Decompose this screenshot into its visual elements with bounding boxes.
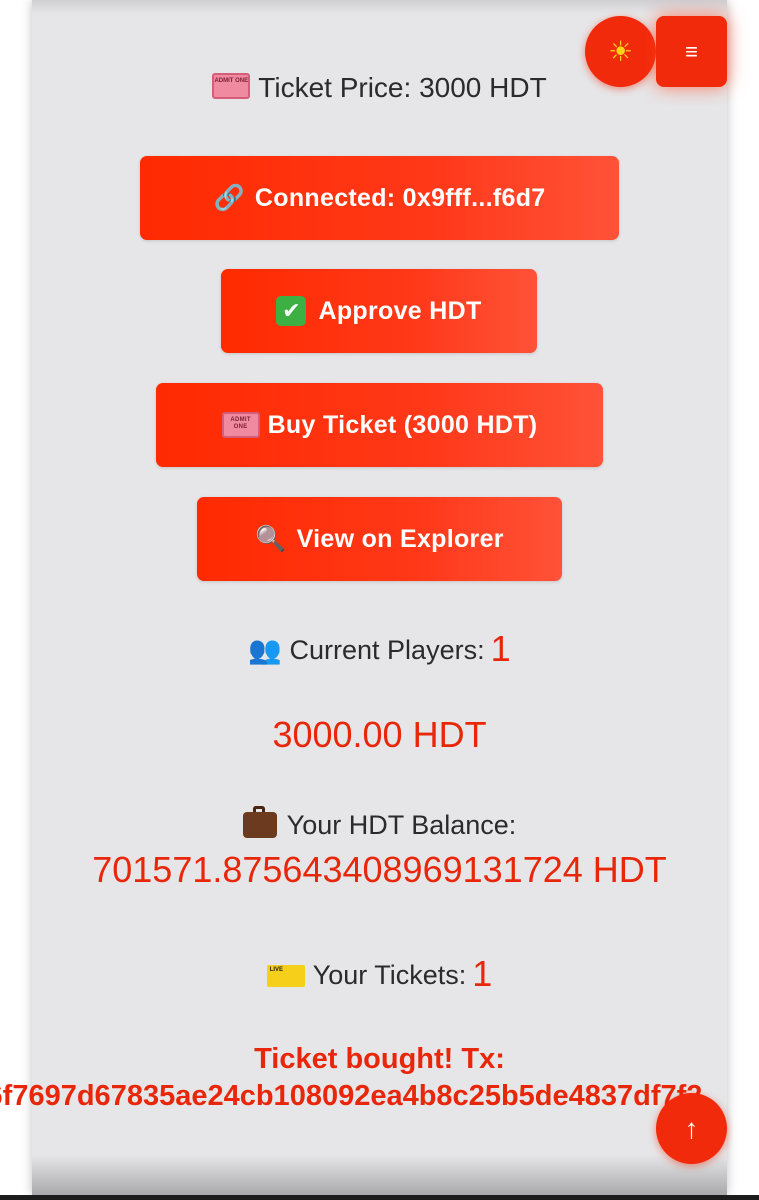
view-on-explorer-label: View on Explorer <box>296 524 504 553</box>
transaction-status: Ticket bought! Tx: <box>254 1043 505 1075</box>
balance-value: 701571.875643408969131724 HDT <box>92 849 667 890</box>
pot-amount: 3000.00 HDT <box>272 714 487 755</box>
scroll-to-top-button[interactable]: ↑ <box>656 1093 727 1164</box>
briefcase-icon <box>242 806 277 838</box>
your-tickets-label: Your Tickets: <box>312 960 467 990</box>
transaction-hash-row: 6f7697d67835ae24cb108092ea4b8c25b5de4837… <box>0 1080 759 1113</box>
ticket-price-text: Ticket Price: 3000 HDT <box>258 72 547 103</box>
buy-ticket-button[interactable]: Buy Ticket (3000 HDT) <box>156 383 603 467</box>
magnifier-icon: 🔍 <box>255 524 287 553</box>
arrow-up-icon: ↑ <box>684 1112 699 1144</box>
transaction-hash: 6f7697d67835ae24cb108092ea4b8c25b5de4837… <box>0 1080 703 1112</box>
balance-label: Your HDT Balance: <box>286 810 517 840</box>
approve-hdt-button[interactable]: ✔ Approve HDT <box>221 269 537 353</box>
people-icon: 👥 <box>248 635 282 666</box>
connect-wallet-button[interactable]: 🔗 Connected: 0x9fff...f6d7 <box>140 156 619 240</box>
sun-icon: ☀ <box>607 35 634 68</box>
ticket-icon <box>221 412 260 438</box>
check-mark-icon: ✔ <box>276 296 307 326</box>
ticket-price: Ticket Price: 3000 HDT <box>0 72 759 104</box>
approve-hdt-label: Approve HDT <box>318 296 482 325</box>
view-on-explorer-button[interactable]: 🔍 View on Explorer <box>197 497 562 581</box>
buy-ticket-label: Buy Ticket (3000 HDT) <box>267 410 538 439</box>
concert-ticket-icon <box>266 965 305 987</box>
current-players-label: Current Players: <box>289 635 485 665</box>
your-tickets: Your Tickets:1 <box>0 953 759 995</box>
current-players-count: 1 <box>490 628 511 669</box>
your-tickets-count: 1 <box>472 953 493 994</box>
link-icon: 🔗 <box>213 183 245 212</box>
bottom-edge <box>0 1195 759 1200</box>
page: ☀ ≡ Ticket Price: 3000 HDT 🔗 Connected: … <box>0 0 759 1200</box>
connect-wallet-label: Connected: 0x9fff...f6d7 <box>254 183 546 212</box>
balance: Your HDT Balance: <box>0 806 759 841</box>
current-players: 👥 Current Players: 1 <box>0 628 759 670</box>
hamburger-menu-icon: ≡ <box>685 38 698 64</box>
ticket-icon <box>212 73 251 99</box>
